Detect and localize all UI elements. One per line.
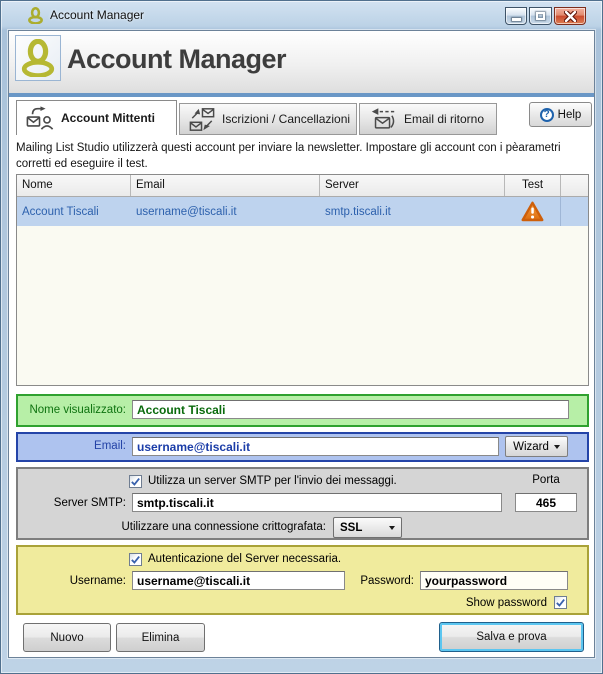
delete-account-label: Elimina	[142, 632, 180, 644]
display-name-label: Nome visualizzato:	[18, 404, 126, 416]
column-header-nome[interactable]: Nome	[17, 175, 131, 196]
encryption-value: SSL	[340, 522, 362, 534]
port-input[interactable]	[515, 493, 577, 512]
port-label: Porta	[515, 474, 577, 486]
smtp-server-label: Server SMTP:	[18, 497, 126, 509]
table-header: Nome Email Server Test	[17, 175, 588, 197]
warning-icon	[521, 201, 544, 222]
save-and-test-label: Salva e prova	[476, 631, 546, 643]
tab-iscrizioni-cancellazioni[interactable]: Iscrizioni / Cancellazioni	[179, 103, 357, 135]
use-smtp-label: Utilizza un server SMTP per l'invio dei …	[148, 475, 397, 487]
dialog-header: Account Manager	[9, 31, 594, 93]
check-icon	[130, 476, 141, 487]
cell-email: username@tiscali.it	[131, 206, 320, 218]
new-account-label: Nuovo	[50, 632, 83, 644]
use-smtp-checkbox[interactable]	[129, 475, 142, 488]
auth-section: Autenticazione del Server necessaria. Us…	[16, 545, 589, 615]
page-title: Account Manager	[67, 44, 286, 75]
column-header-email[interactable]: Email	[131, 175, 320, 196]
column-header-server[interactable]: Server	[320, 175, 505, 196]
check-icon	[555, 597, 566, 608]
cell-server: smtp.tiscali.it	[320, 206, 505, 218]
header-divider	[9, 93, 594, 97]
tab-label: Iscrizioni / Cancellazioni	[222, 112, 350, 126]
delete-account-button[interactable]: Elimina	[116, 623, 205, 652]
description-text: Mailing List Studio utilizzerà questi ac…	[16, 140, 588, 172]
encryption-select[interactable]: SSL	[333, 517, 402, 538]
help-button[interactable]: ? Help	[529, 102, 592, 127]
display-name-section: Nome visualizzato:	[16, 394, 589, 427]
display-name-input[interactable]	[132, 400, 569, 419]
username-label: Username:	[18, 575, 126, 587]
column-header-test[interactable]: Test	[505, 175, 561, 196]
email-section: Email: Wizard	[16, 432, 589, 462]
minimize-button[interactable]	[505, 7, 527, 25]
help-icon: ?	[540, 108, 554, 122]
show-password-label: Show password	[466, 597, 547, 609]
cell-test	[505, 197, 561, 226]
chevron-down-icon	[389, 526, 395, 530]
column-header-filler	[561, 175, 588, 196]
password-label: Password:	[348, 575, 414, 587]
app-icon	[27, 7, 44, 24]
tab-account-mittenti[interactable]: Account Mittenti	[16, 100, 177, 135]
minimize-icon	[512, 18, 521, 21]
smtp-section: Utilizza un server SMTP per l'invio dei …	[16, 467, 589, 540]
wizard-label: Wizard	[513, 441, 549, 453]
subscribe-unsubscribe-icon	[189, 107, 215, 132]
close-icon	[564, 11, 577, 22]
wizard-button[interactable]: Wizard	[505, 436, 568, 457]
titlebar[interactable]: Account Manager	[0, 0, 603, 30]
check-icon	[130, 554, 141, 565]
account-manager-icon	[15, 35, 61, 81]
table-row[interactable]: Account Tiscali username@tiscali.it smtp…	[17, 197, 588, 226]
cell-nome: Account Tiscali	[17, 206, 131, 218]
dialog-panel: Account Manager Account Mittenti	[8, 30, 595, 658]
tab-label: Email di ritorno	[404, 112, 484, 126]
email-label: Email:	[18, 440, 126, 452]
sender-account-icon	[26, 105, 54, 131]
accounts-table: Nome Email Server Test Account Tiscali u…	[16, 174, 589, 386]
new-account-button[interactable]: Nuovo	[23, 623, 111, 652]
password-input[interactable]	[420, 571, 568, 590]
chevron-down-icon	[554, 445, 560, 449]
email-input[interactable]	[132, 437, 499, 456]
window-title: Account Manager	[50, 8, 144, 22]
auth-required-label: Autenticazione del Server necessaria.	[148, 553, 341, 565]
smtp-server-input[interactable]	[132, 493, 502, 512]
username-input[interactable]	[132, 571, 345, 590]
show-password-checkbox[interactable]	[554, 596, 567, 609]
return-email-icon	[369, 107, 397, 132]
encryption-label: Utilizzare una connessione crittografata…	[18, 521, 326, 533]
restore-button[interactable]	[529, 7, 552, 25]
close-button[interactable]	[554, 7, 586, 25]
help-label: Help	[558, 109, 582, 121]
auth-required-checkbox[interactable]	[129, 553, 142, 566]
tab-email-di-ritorno[interactable]: Email di ritorno	[359, 103, 497, 135]
account-manager-window: Account Manager Account Manager	[0, 0, 603, 674]
restore-icon	[536, 12, 545, 20]
tab-label: Account Mittenti	[61, 111, 155, 125]
save-and-test-button[interactable]: Salva e prova	[439, 622, 584, 652]
